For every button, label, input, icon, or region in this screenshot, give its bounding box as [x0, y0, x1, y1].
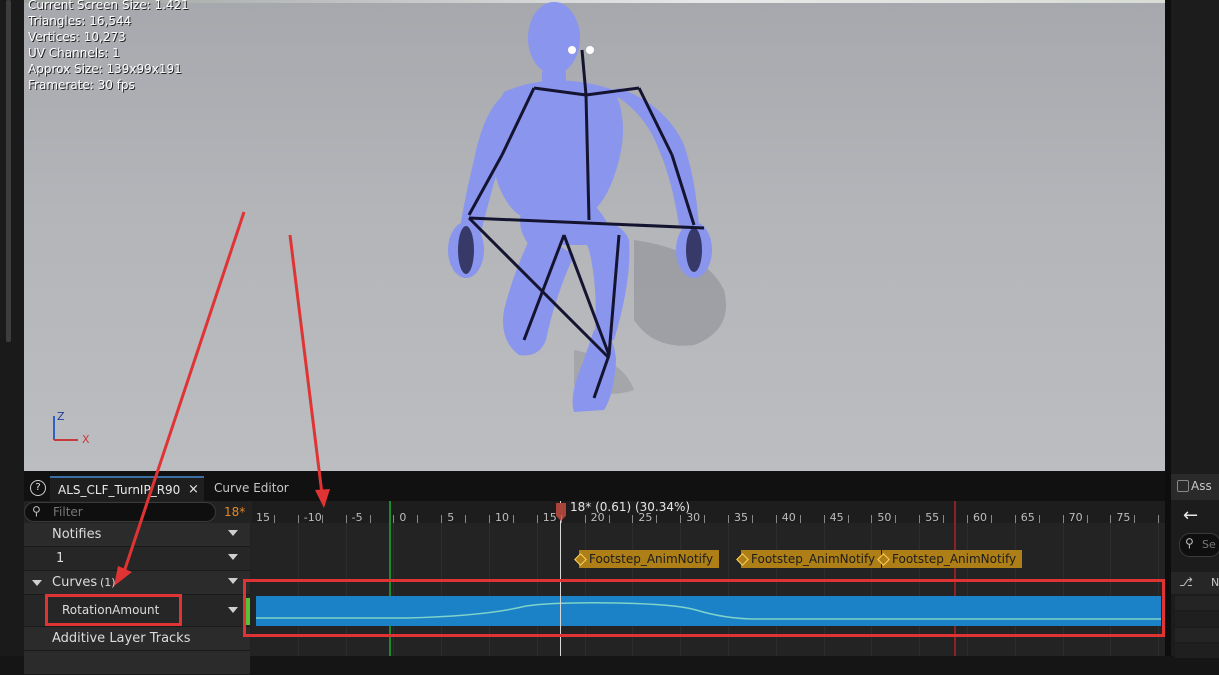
- annotation-arrows: [114, 211, 330, 586]
